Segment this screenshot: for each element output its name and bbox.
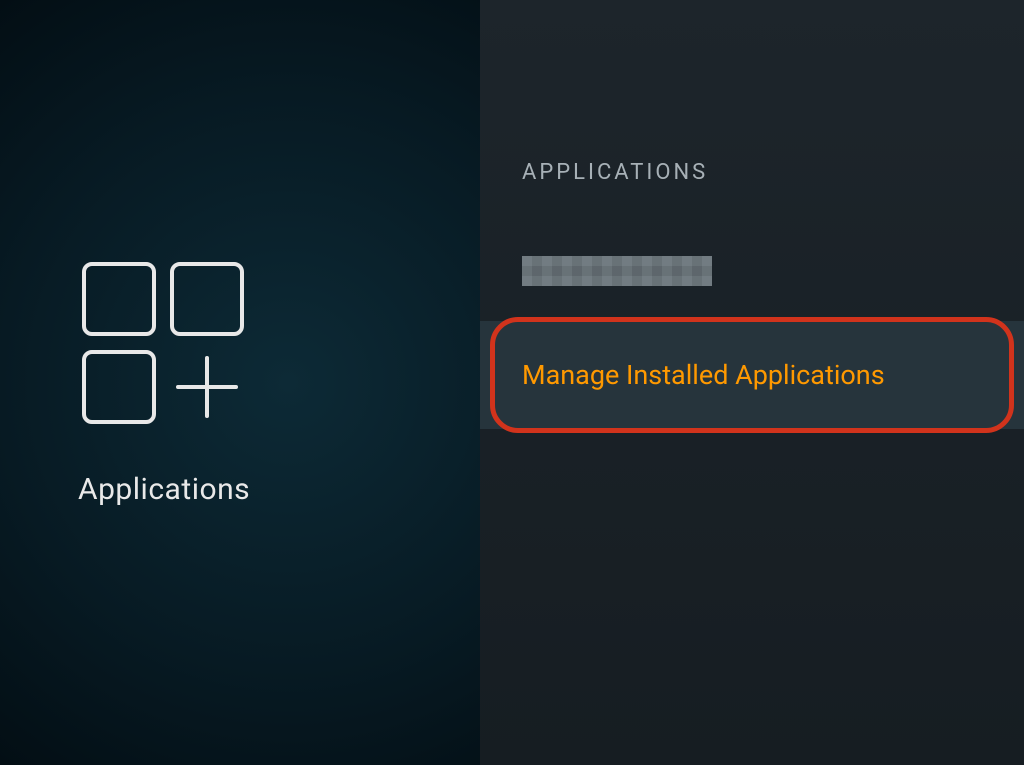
left-category-title: Applications [78, 472, 480, 507]
right-menu-pane: APPLICATIONS Manage Installed Applicatio… [480, 0, 1024, 765]
menu-item-label: Manage Installed Applications [522, 359, 885, 391]
left-category-pane: Applications [0, 0, 480, 765]
menu-item-manage-installed-applications[interactable]: Manage Installed Applications [480, 321, 1024, 429]
apps-grid-icon [78, 258, 480, 432]
menu-item-obscured[interactable] [480, 247, 1024, 295]
obscured-text [522, 256, 712, 286]
section-header: APPLICATIONS [480, 160, 1024, 185]
